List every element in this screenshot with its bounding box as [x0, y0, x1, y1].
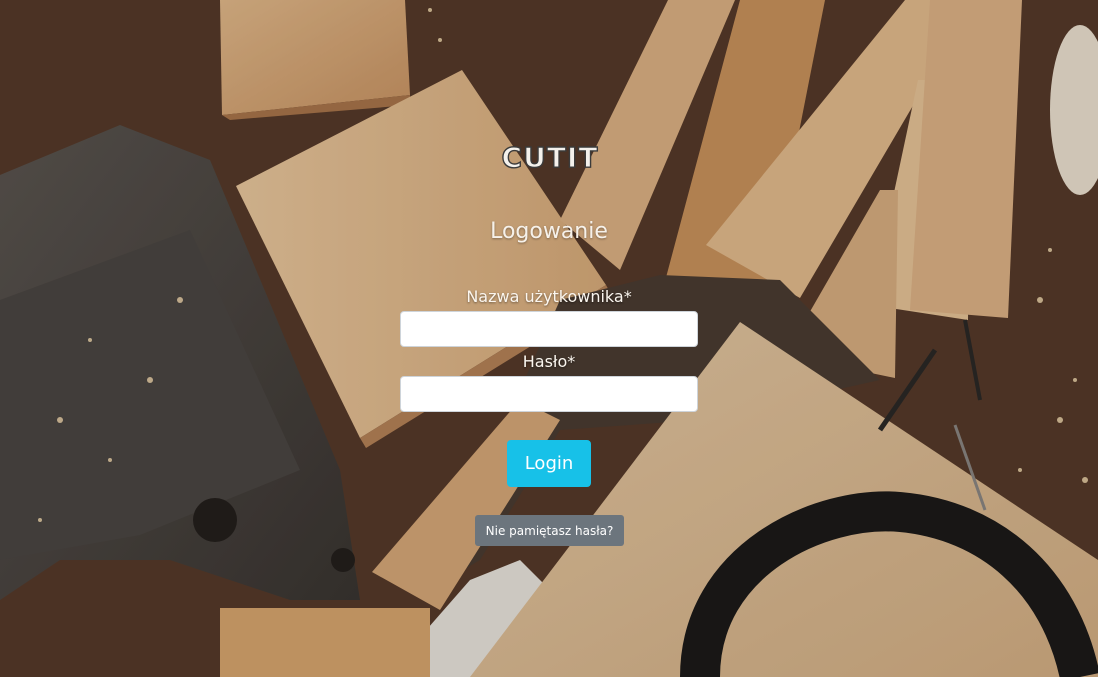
- login-heading: Logowanie: [490, 219, 608, 244]
- logo-text: CUTIT: [502, 141, 599, 174]
- cutit-logo: CUTIT: [496, 138, 604, 174]
- password-label: Hasło*: [522, 352, 576, 371]
- login-button[interactable]: Login: [507, 440, 591, 487]
- password-input[interactable]: [400, 376, 698, 412]
- forgot-password-button[interactable]: Nie pamiętasz hasła?: [475, 515, 624, 546]
- username-input[interactable]: [400, 311, 698, 347]
- username-label: Nazwa użytkownika*: [466, 287, 632, 306]
